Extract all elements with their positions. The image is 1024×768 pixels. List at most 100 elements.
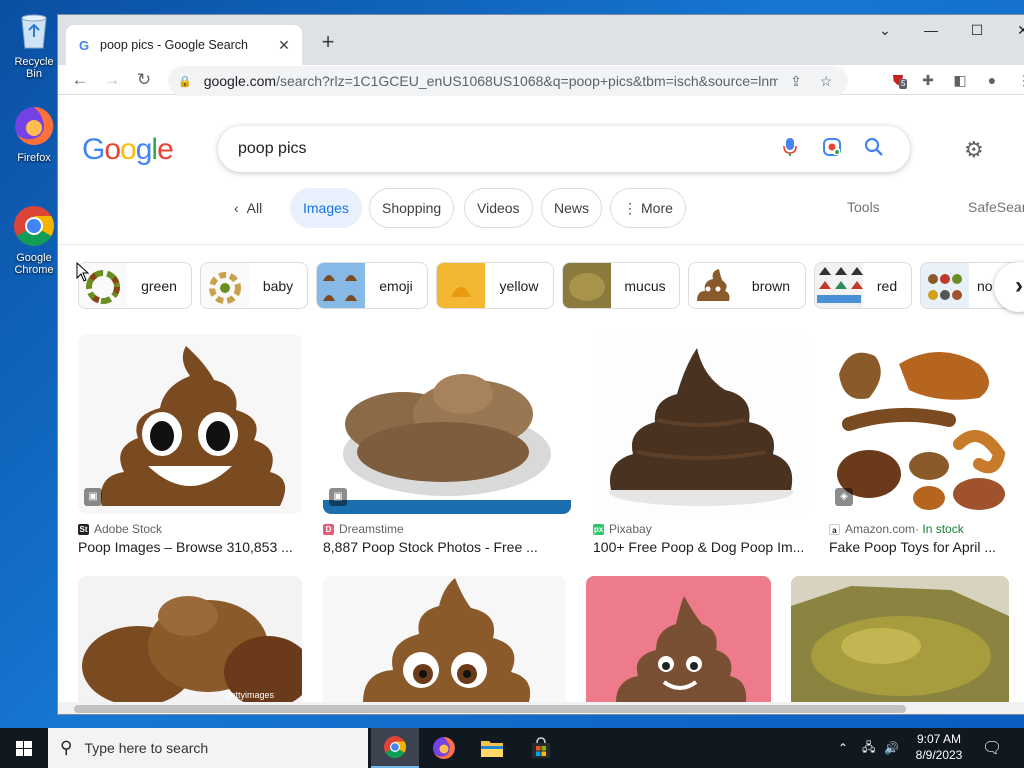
desktop-icon-label: Recycle Bin [14, 56, 54, 80]
start-button[interactable] [0, 728, 48, 768]
system-clock[interactable]: 9:07 AM 8/9/2023 [904, 731, 974, 763]
tab-search-icon[interactable]: ⌄ [862, 15, 908, 45]
related-thumbnail [815, 263, 863, 308]
filter-images[interactable]: Images [290, 188, 362, 228]
windows-taskbar: ⚲ Type here to search ⌃ 🖧 🔊 9:07 AM 8/9/… [0, 728, 1024, 768]
profile-avatar-icon[interactable]: ● [980, 68, 1004, 92]
taskbar-chrome[interactable] [371, 728, 419, 768]
related-chip-yellow[interactable]: yellow [436, 262, 554, 309]
settings-gear-icon[interactable]: ⚙ [964, 137, 984, 163]
side-panel-icon[interactable]: ◧ [948, 68, 972, 92]
chrome-menu-icon[interactable]: ⋮ [1012, 68, 1024, 92]
image-result[interactable] [791, 576, 1009, 702]
filter-news[interactable]: News [541, 188, 603, 228]
related-chip-green[interactable]: green [78, 262, 192, 309]
filter-label: Videos [477, 200, 520, 216]
price-tag-icon: ◈ [835, 488, 853, 506]
taskbar-microsoft-store[interactable] [517, 728, 565, 768]
result-image[interactable]: ◈ [829, 334, 1009, 514]
filter-more[interactable]: ⋮ More [610, 188, 686, 228]
image-result[interactable] [323, 576, 566, 702]
search-box[interactable]: poop pics [218, 126, 910, 172]
more-dots-icon: ⋮ [623, 199, 637, 216]
chevron-left-icon: ‹ [234, 200, 239, 216]
horizontal-scrollbar[interactable] [58, 702, 1024, 714]
result-title[interactable]: Poop Images – Browse 310,853 ... [78, 539, 302, 555]
source-name: Adobe Stock [94, 522, 163, 536]
related-thumbnail [563, 263, 611, 308]
address-bar[interactable]: 🔒 google.com/search?rlz=1C1GCEU_enUS1068… [168, 66, 848, 96]
search-query[interactable]: poop pics [238, 140, 764, 158]
related-label: emoji [379, 277, 413, 294]
minimize-button[interactable]: — [908, 15, 954, 45]
related-chip-emoji[interactable]: emoji [316, 262, 428, 309]
google-images-page: Google poop pics ⚙ ⋮ ‹ All Images Shoppin… [58, 96, 1024, 702]
image-result[interactable]: ▣ D Dreamstime 8,887 Poop Stock Photos - … [323, 334, 571, 555]
desktop-icon-recycle-bin[interactable]: Recycle Bin [6, 8, 62, 80]
related-chip-brown[interactable]: brown [688, 262, 806, 309]
new-tab-button[interactable]: + [314, 29, 342, 57]
microphone-icon[interactable] [774, 137, 806, 162]
related-thumbnail [437, 263, 485, 308]
result-image[interactable]: ▣ [323, 334, 571, 514]
taskbar-firefox[interactable] [420, 728, 468, 768]
lock-icon: 🔒 [178, 75, 192, 88]
extensions-puzzle-icon[interactable]: ✚ [916, 68, 940, 92]
image-result[interactable]: ▣ St Adobe Stock Poop Images – Browse 310… [78, 334, 302, 555]
image-result[interactable] [586, 576, 771, 702]
google-favicon-icon: G [78, 37, 90, 53]
close-window-button[interactable]: ✕ [1000, 15, 1024, 45]
bookmark-star-icon[interactable]: ☆ [814, 73, 838, 90]
notification-icon[interactable]: 🗨 [982, 728, 1002, 768]
maximize-button[interactable]: ☐ [954, 15, 1000, 45]
google-lens-icon[interactable] [816, 137, 848, 162]
taskbar-search-box[interactable]: ⚲ Type here to search [48, 728, 368, 768]
apps-menu-icon[interactable]: ⋮ [1016, 137, 1024, 162]
related-label: brown [751, 277, 791, 294]
url-path: /search?rlz=1C1GCEU_enUS1068US1068&q=poo… [276, 73, 778, 89]
volume-icon[interactable]: 🔊 [884, 728, 899, 768]
filter-videos[interactable]: Videos [464, 188, 533, 228]
desktop-icon-label: Firefox [17, 152, 51, 164]
desktop-icon-chrome[interactable]: Google Chrome [6, 204, 62, 276]
back-button[interactable]: ← [68, 68, 92, 92]
result-image[interactable]: ▣ [78, 334, 302, 514]
google-logo[interactable]: Google [82, 133, 174, 167]
result-title[interactable]: 100+ Free Poop & Dog Poop Im... [593, 539, 809, 555]
source-name: Dreamstime [339, 522, 404, 536]
url-text: google.com/search?rlz=1C1GCEU_enUS1068US… [204, 73, 778, 89]
filter-all[interactable]: ‹ All [222, 188, 274, 228]
filter-shopping[interactable]: Shopping [369, 188, 455, 228]
related-chip-mucus[interactable]: mucus [562, 262, 680, 309]
related-thumbnail [921, 263, 969, 308]
search-icon[interactable] [858, 137, 890, 162]
taskbar-file-explorer[interactable] [468, 728, 516, 768]
browser-tab[interactable]: G poop pics - Google Search ✕ [66, 25, 302, 65]
image-result[interactable]: px Pixabay 100+ Free Poop & Dog Poop Im..… [593, 334, 809, 555]
close-tab-icon[interactable]: ✕ [276, 37, 292, 54]
share-icon[interactable]: ⇪ [784, 73, 808, 90]
image-result[interactable]: ◈ a Amazon.com · In stock Fake Poop Toys … [829, 334, 1009, 555]
result-source: St Adobe Stock [78, 522, 302, 536]
tools-button[interactable]: Tools [847, 199, 880, 215]
chrome-icon [12, 204, 56, 248]
image-result[interactable]: gettyimages [78, 576, 302, 702]
result-title[interactable]: Fake Poop Toys for April ... [829, 539, 1009, 555]
reload-button[interactable]: ↻ [132, 68, 156, 92]
desktop-icon-firefox[interactable]: Firefox [6, 104, 62, 164]
safesearch-button[interactable]: SafeSearch [968, 199, 1024, 215]
tray-chevron-up-icon[interactable]: ⌃ [838, 728, 848, 768]
ublock-extension-icon[interactable]: ⛊ 5 [886, 68, 910, 92]
scrollbar-thumb[interactable] [74, 705, 906, 713]
url-domain: google.com [203, 73, 277, 89]
result-image[interactable] [593, 334, 809, 514]
related-chip-baby[interactable]: baby [200, 262, 308, 309]
forward-button[interactable]: → [100, 68, 124, 92]
firefox-icon [433, 737, 455, 759]
network-icon[interactable]: 🖧 [862, 728, 875, 768]
result-title[interactable]: 8,887 Poop Stock Photos - Free ... [323, 539, 571, 555]
desktop-icon-label: Google Chrome [14, 252, 54, 276]
related-chip-red[interactable]: red [814, 262, 912, 309]
filter-label: More [641, 200, 673, 216]
clock-time: 9:07 AM [916, 732, 962, 746]
